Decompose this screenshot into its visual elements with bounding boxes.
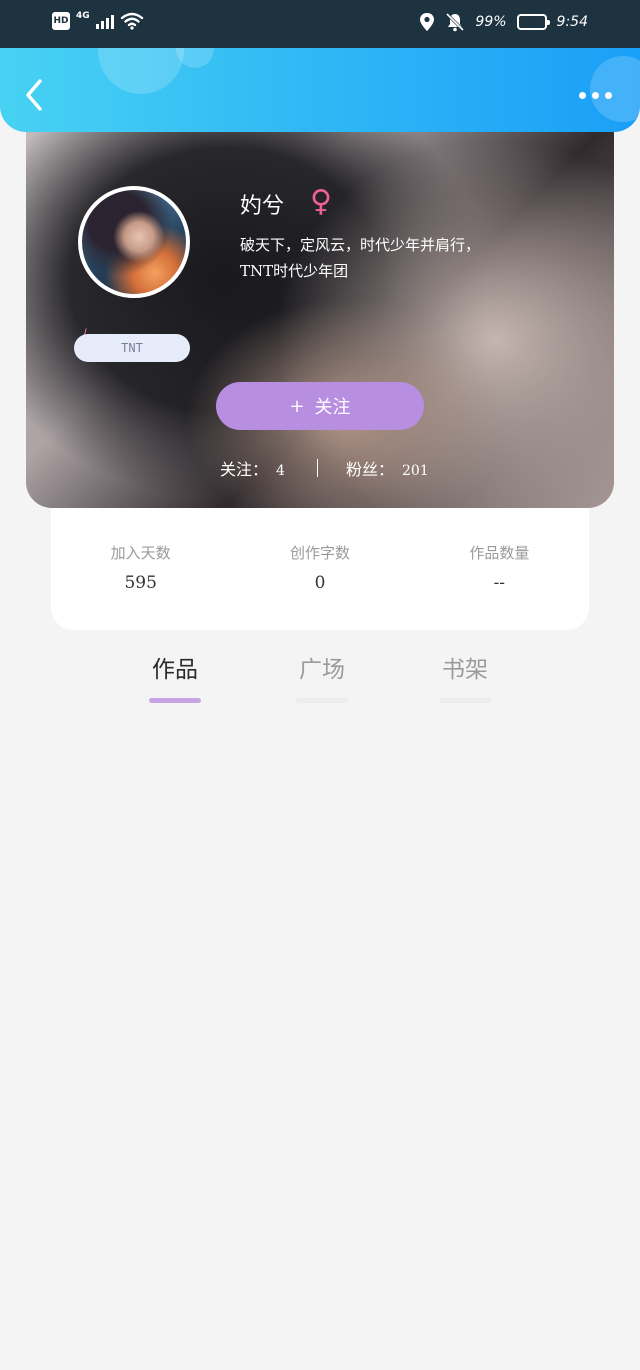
plus-icon: + [289, 395, 305, 417]
following-count: 4 [276, 463, 285, 479]
tab-label: 书架 [442, 657, 488, 683]
stat-value: -- [493, 573, 506, 593]
stat-word-count: 创作字数 0 [230, 508, 409, 630]
follow-stats: 关注： 4 粉丝： 201 [220, 456, 429, 480]
tab-square[interactable]: 广场 [282, 650, 362, 703]
decor-bubble [98, 48, 184, 94]
back-button[interactable] [20, 78, 50, 112]
stat-days-joined: 加入天数 595 [51, 508, 230, 630]
avatar[interactable] [78, 186, 190, 298]
status-right: 99% 9:54 [419, 12, 588, 32]
stat-label: 创作字数 [289, 544, 350, 562]
follow-button-label: 关注 [314, 397, 351, 418]
following-label: 关注： [220, 460, 269, 479]
bio-line: TNT时代少年团 [240, 262, 349, 280]
profile-banner: ﾉ ✦ ♡ TNT 妁兮 ♀ 破天下，定风云，时代少年并肩行， TNT时代少年团… [26, 120, 614, 508]
tab-works[interactable]: 作品 [135, 650, 215, 703]
tab-indicator [149, 698, 201, 703]
stats-card: 加入天数 595 创作字数 0 作品数量 -- [51, 508, 589, 630]
follow-button[interactable]: + 关注 [216, 382, 424, 430]
tag-badge[interactable]: TNT [74, 334, 190, 362]
female-gender-icon: ♀ [310, 184, 332, 219]
tab-indicator [296, 698, 348, 703]
content-tabs: 作品 广场 书架 [0, 650, 640, 710]
stat-divider [316, 459, 318, 477]
content-area [0, 720, 640, 1370]
fans-label: 粉丝： [345, 460, 394, 479]
hd-badge: HD [52, 12, 70, 30]
bio: 破天下，定风云，时代少年并肩行， TNT时代少年团 [240, 232, 560, 284]
clock: 9:54 [556, 14, 588, 30]
stat-value: 595 [124, 573, 157, 593]
banner-background-image [26, 120, 614, 508]
stat-works-count: 作品数量 -- [410, 508, 589, 630]
stat-label: 作品数量 [469, 544, 530, 562]
battery-icon [516, 14, 550, 30]
tab-label: 广场 [299, 657, 345, 683]
location-icon [420, 13, 435, 31]
battery-percent: 99% [475, 14, 507, 30]
following-stat[interactable]: 关注： 4 [220, 456, 285, 480]
stat-value: 0 [314, 573, 326, 593]
bio-line: 破天下，定风云，时代少年并肩行， [240, 236, 481, 254]
tab-label: 作品 [152, 657, 198, 683]
fans-stat[interactable]: 粉丝： 201 [346, 456, 429, 480]
status-left: HD 4G [52, 11, 144, 30]
more-options-button[interactable] [579, 92, 612, 99]
header-bar [0, 48, 640, 132]
more-dots-icon [579, 92, 586, 99]
wifi-icon [120, 12, 143, 30]
stat-label: 加入天数 [110, 544, 171, 562]
bell-muted-icon [446, 12, 465, 32]
network-type: 4G [76, 11, 90, 21]
decor-bubble [590, 56, 640, 122]
tab-indicator [439, 698, 491, 703]
signal-icon [95, 13, 114, 29]
username: 妁兮 [240, 194, 285, 219]
decor-bubble [176, 48, 214, 68]
status-bar: HD 4G 99% 9:54 [0, 0, 640, 48]
chevron-left-icon [26, 79, 42, 111]
fans-count: 201 [401, 463, 429, 479]
tab-bookshelf[interactable]: 书架 [425, 650, 505, 703]
